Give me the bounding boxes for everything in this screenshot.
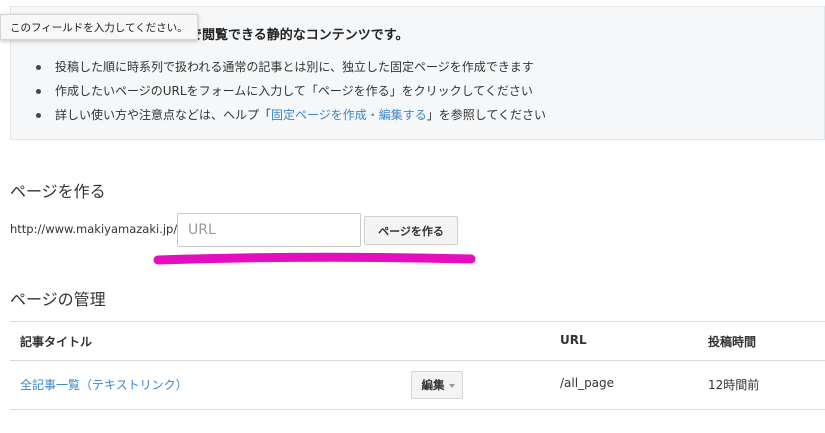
column-header-title: 記事タイトル bbox=[20, 335, 93, 349]
edit-button-label: 編集 bbox=[421, 378, 445, 392]
table-divider bbox=[10, 360, 825, 361]
bullet-icon bbox=[36, 113, 41, 118]
help-text-after: 」を参照してください bbox=[426, 108, 547, 122]
validation-tooltip: このフィールドを入力してください。 bbox=[0, 14, 198, 40]
info-item-help: 詳しい使い方や注意点などは、ヘルプ「固定ページを作成・編集する」を参照してくださ… bbox=[35, 103, 546, 127]
help-link[interactable]: 固定ページを作成・編集する bbox=[271, 108, 427, 122]
help-text-before: 詳しい使い方や注意点などは、ヘルプ「 bbox=[55, 108, 272, 122]
page-posted-time: 12時間前 bbox=[708, 378, 760, 392]
table-divider bbox=[10, 409, 825, 410]
table-divider bbox=[10, 321, 825, 322]
caret-down-icon bbox=[448, 383, 455, 388]
url-prefix: http://www.makiyamazaki.jp/ bbox=[10, 222, 178, 236]
create-page-heading: ページを作る bbox=[10, 182, 106, 201]
info-item-text: 作成したいページのURLをフォームに入力して「ページを作る」をクリックしてくださ… bbox=[55, 84, 533, 98]
column-header-time: 投稿時間 bbox=[708, 335, 757, 349]
page-title-link[interactable]: 全記事一覧（テキストリンク） bbox=[20, 376, 188, 393]
manage-pages-heading: ページの管理 bbox=[10, 290, 106, 309]
info-item: 投稿した順に時系列で扱われる通常の記事とは別に、独立した固定ページを作成できます bbox=[35, 55, 546, 79]
info-item-text: 投稿した順に時系列で扱われる通常の記事とは別に、独立した固定ページを作成できます bbox=[55, 60, 534, 74]
page-url: /all_page bbox=[560, 376, 615, 390]
info-list: 投稿した順に時系列で扱われる通常の記事とは別に、独立した固定ページを作成できます… bbox=[35, 55, 546, 127]
bullet-icon bbox=[36, 89, 41, 94]
column-header-url: URL bbox=[560, 333, 587, 347]
highlight-underline bbox=[153, 252, 476, 265]
info-title: ムで閲覧できる静的なコンテンツです。 bbox=[176, 28, 409, 43]
bullet-icon bbox=[36, 65, 41, 70]
info-item: 作成したいページのURLをフォームに入力して「ページを作る」をクリックしてくださ… bbox=[35, 79, 546, 103]
edit-dropdown-button[interactable]: 編集 bbox=[411, 371, 463, 399]
create-page-button[interactable]: ページを作る bbox=[364, 216, 458, 245]
url-input[interactable] bbox=[177, 213, 361, 247]
